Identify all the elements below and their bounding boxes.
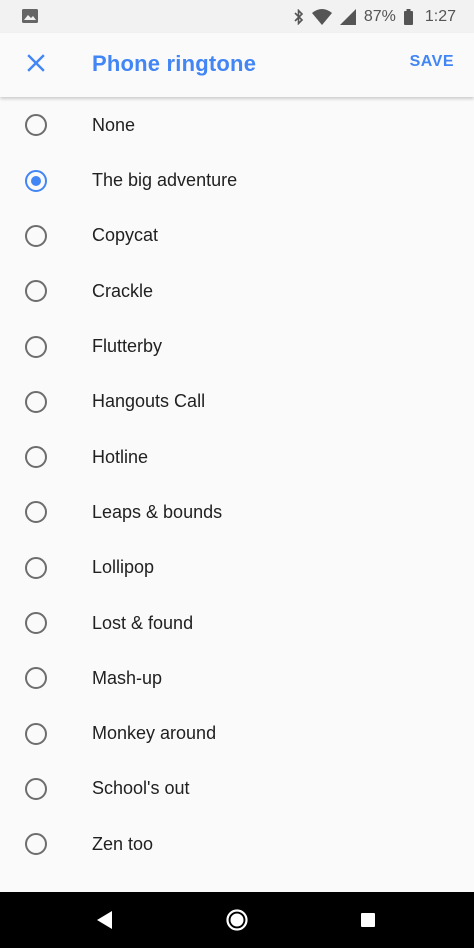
bluetooth-icon	[294, 8, 304, 25]
radio-button[interactable]	[25, 390, 47, 413]
status-icons: 87% 1:27	[294, 0, 456, 33]
ringtone-label: Leaps & bounds	[92, 501, 223, 522]
ringtone-option-hotline[interactable]: Hotline	[0, 429, 474, 484]
radio-button[interactable]	[25, 335, 47, 358]
radio-button[interactable]	[25, 556, 47, 579]
ringtone-label: Flutterby	[92, 336, 163, 357]
ringtone-option-lost-and-found[interactable]: Lost & found	[0, 595, 474, 650]
radio-button[interactable]	[25, 114, 47, 136]
ringtone-option-leaps-and-bounds[interactable]: Leaps & bounds	[0, 485, 474, 540]
radio-button[interactable]	[25, 667, 47, 690]
radio-button[interactable]	[25, 446, 47, 469]
back-icon[interactable]	[97, 911, 113, 934]
radio-button[interactable]	[25, 280, 47, 303]
ringtone-option-schools-out[interactable]: School's out	[0, 761, 474, 816]
ringtone-option-none[interactable]: None	[0, 97, 474, 153]
ringtone-option-monkey-around[interactable]: Monkey around	[0, 706, 474, 761]
ringtone-label: Copycat	[92, 225, 159, 246]
radio-button[interactable]	[25, 833, 47, 856]
ringtone-label: None	[92, 114, 136, 135]
home-icon[interactable]	[226, 909, 248, 931]
battery-percentage: 87%	[363, 7, 396, 25]
status-bar: 87% 1:27	[0, 0, 474, 33]
ringtone-label: Hangouts Call	[92, 391, 206, 412]
radio-button[interactable]	[25, 501, 47, 524]
close-icon	[27, 53, 45, 77]
radio-button[interactable]	[25, 722, 47, 745]
ringtone-label: The big adventure	[92, 170, 238, 191]
ringtone-label: Monkey around	[92, 723, 217, 744]
ringtone-option-lollipop[interactable]: Lollipop	[0, 540, 474, 595]
ringtone-label: Crackle	[92, 280, 154, 301]
ringtone-label: Lollipop	[92, 557, 155, 578]
ringtone-option-copycat[interactable]: Copycat	[0, 208, 474, 263]
ringtone-label: School's out	[92, 778, 190, 799]
app-bar: Phone ringtone SAVE	[0, 33, 474, 97]
ringtone-option-flutterby[interactable]: Flutterby	[0, 319, 474, 374]
radio-button-selected[interactable]	[25, 169, 47, 192]
ringtone-option-the-big-adventure[interactable]: The big adventure	[0, 153, 474, 208]
ringtone-option-crackle[interactable]: Crackle	[0, 264, 474, 319]
wifi-icon	[311, 8, 332, 25]
ringtone-label: Hotline	[92, 446, 149, 467]
ringtone-option-mash-up[interactable]: Mash-up	[0, 651, 474, 706]
ringtone-label: Lost & found	[92, 612, 194, 633]
battery-icon	[403, 8, 413, 25]
close-button[interactable]	[14, 43, 58, 87]
radio-button[interactable]	[25, 612, 47, 635]
ringtone-list: None The big adventure Copycat Crackle F…	[0, 97, 474, 872]
navigation-bar	[0, 892, 474, 948]
ringtone-label: Mash-up	[92, 667, 163, 688]
clock: 1:27	[424, 7, 456, 25]
save-button[interactable]: SAVE	[410, 53, 454, 71]
page-title: Phone ringtone	[92, 51, 257, 76]
ringtone-option-zen-too[interactable]: Zen too	[0, 817, 474, 872]
recents-icon[interactable]	[361, 913, 375, 927]
ringtone-option-hangouts-call[interactable]: Hangouts Call	[0, 374, 474, 429]
cellular-icon	[339, 8, 356, 25]
image-icon	[22, 9, 38, 23]
radio-button[interactable]	[25, 224, 47, 247]
ringtone-label: Zen too	[92, 833, 154, 854]
radio-button[interactable]	[25, 777, 47, 800]
